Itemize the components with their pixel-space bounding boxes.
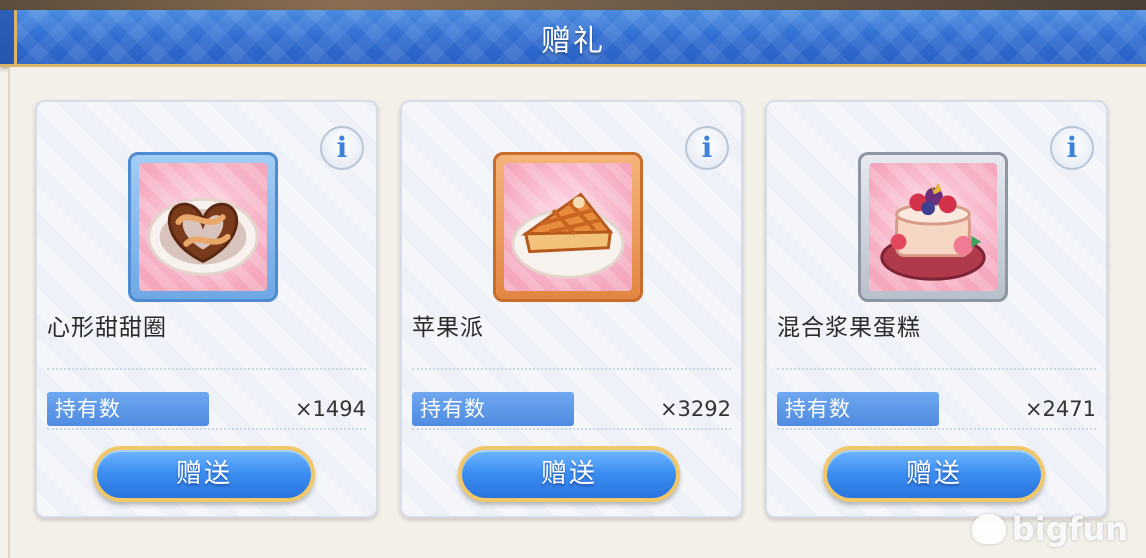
item-icon-frame[interactable] <box>493 152 643 302</box>
info-button[interactable]: i <box>320 126 364 170</box>
watermark-text: bigfun <box>1011 510 1128 548</box>
info-button[interactable]: i <box>685 126 729 170</box>
mixed-berry-cake-icon <box>869 163 997 291</box>
owned-row: 持有数 ×2471 <box>777 392 1096 430</box>
gift-card: i 苹果派 持有数 ×3292 赠送 <box>400 100 743 518</box>
gift-card: i 混合浆果蛋糕 持有数 ×2471 赠送 <box>765 100 1108 518</box>
gift-button[interactable]: 赠送 <box>93 446 315 502</box>
apple-pie-icon <box>504 163 632 291</box>
divider <box>777 368 1096 370</box>
gift-card: i 心形甜甜圈 持有数 ×1494 赠送 <box>35 100 378 518</box>
gift-button[interactable]: 赠送 <box>458 446 680 502</box>
owned-row: 持有数 ×1494 <box>47 392 366 430</box>
gift-button[interactable]: 赠送 <box>823 446 1045 502</box>
owned-count: ×1494 <box>294 397 366 421</box>
owned-count: ×3292 <box>659 397 731 421</box>
divider <box>412 368 731 370</box>
info-button[interactable]: i <box>1050 126 1094 170</box>
owned-count: ×2471 <box>1024 397 1096 421</box>
owned-label: 持有数 <box>412 392 574 426</box>
bigfun-logo-icon <box>971 514 1006 544</box>
divider <box>47 368 366 370</box>
owned-row: 持有数 ×3292 <box>412 392 731 430</box>
item-name: 苹果派 <box>412 315 484 341</box>
owned-label: 持有数 <box>777 392 939 426</box>
item-name: 心形甜甜圈 <box>47 315 167 341</box>
header-bar: 赠礼 <box>0 10 1146 67</box>
item-name: 混合浆果蛋糕 <box>777 315 921 341</box>
item-icon-frame[interactable] <box>858 152 1008 302</box>
page-title: 赠礼 <box>541 24 605 59</box>
item-icon-frame[interactable] <box>128 152 278 302</box>
owned-label: 持有数 <box>47 392 209 426</box>
watermark: bigfun <box>971 510 1128 548</box>
heart-donut-icon <box>139 163 267 291</box>
